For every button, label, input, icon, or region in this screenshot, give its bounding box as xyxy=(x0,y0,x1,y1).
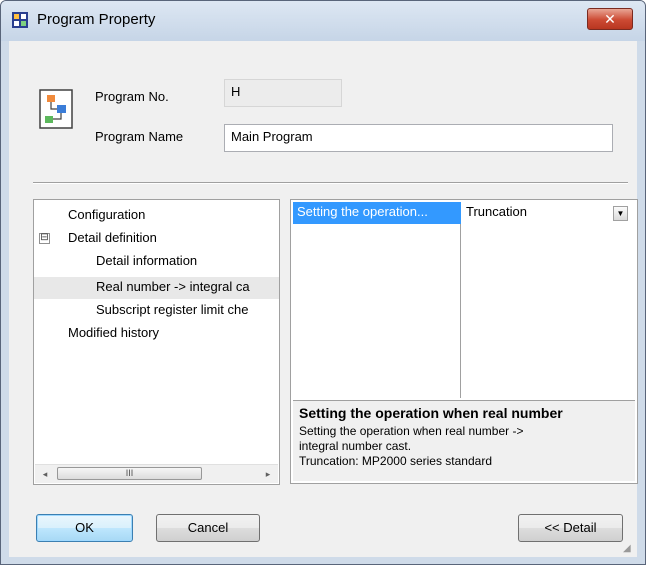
close-icon: ✕ xyxy=(604,11,616,27)
tree-item-detail-definition[interactable]: Detail definition xyxy=(68,230,157,245)
scroll-left-icon[interactable]: ◂ xyxy=(37,466,53,482)
program-property-icon xyxy=(12,12,28,28)
scroll-right-icon[interactable]: ▸ xyxy=(260,466,276,482)
scrollbar-thumb[interactable]: III xyxy=(57,467,202,480)
separator xyxy=(33,182,628,184)
chevron-down-icon[interactable]: ▼ xyxy=(613,206,628,221)
title-bar[interactable]: Program Property ✕ xyxy=(1,1,645,41)
category-tree[interactable]: Configuration ⊟ Detail definition Detail… xyxy=(33,199,280,485)
property-name-column xyxy=(293,224,460,398)
program-icon xyxy=(39,89,73,129)
property-value-dropdown[interactable]: Truncation ▼ xyxy=(462,202,632,224)
tree-item-detail-information[interactable]: Detail information xyxy=(96,253,197,268)
property-value-text: Truncation xyxy=(466,204,527,219)
tree-item-configuration[interactable]: Configuration xyxy=(68,207,145,222)
property-description: Setting the operation when real number S… xyxy=(293,400,635,481)
description-line: integral number cast. xyxy=(299,439,412,453)
tree-item-subscript-register-limit[interactable]: Subscript register limit che xyxy=(96,302,248,317)
dialog-body: Program No. H Program Name Main Program … xyxy=(9,41,638,557)
tree-item-real-number-cast[interactable]: Real number -> integral ca xyxy=(96,279,250,294)
tree-item-modified-history[interactable]: Modified history xyxy=(68,325,159,340)
grip-icon: III xyxy=(125,468,134,478)
description-text: Setting the operation when real number -… xyxy=(299,424,629,469)
program-name-input[interactable]: Main Program xyxy=(224,124,613,152)
program-name-label: Program Name xyxy=(95,129,184,144)
resize-grip-icon[interactable]: ◢ xyxy=(623,543,635,555)
program-no-value: H xyxy=(231,84,241,99)
column-splitter[interactable] xyxy=(460,202,461,398)
program-property-dialog: Program Property ✕ Program No. H Program… xyxy=(0,0,646,565)
collapse-icon[interactable]: ⊟ xyxy=(39,233,50,244)
program-name-value: Main Program xyxy=(231,129,313,144)
program-no-label: Program No. xyxy=(95,89,169,104)
property-grid: Setting the operation... Truncation ▼ Se… xyxy=(290,199,638,484)
description-title: Setting the operation when real number xyxy=(299,405,563,421)
program-no-field: H xyxy=(224,79,342,107)
cancel-button[interactable]: Cancel xyxy=(156,514,260,542)
horizontal-scrollbar[interactable]: ◂ III ▸ xyxy=(35,464,278,483)
detail-button[interactable]: << Detail xyxy=(518,514,623,542)
close-button[interactable]: ✕ xyxy=(587,8,633,30)
window-title: Program Property xyxy=(37,11,156,28)
description-line: Setting the operation when real number -… xyxy=(299,424,524,438)
property-name-cell[interactable]: Setting the operation... xyxy=(293,202,461,224)
description-line: Truncation: MP2000 series standard xyxy=(299,454,492,468)
ok-button[interactable]: OK xyxy=(36,514,133,542)
